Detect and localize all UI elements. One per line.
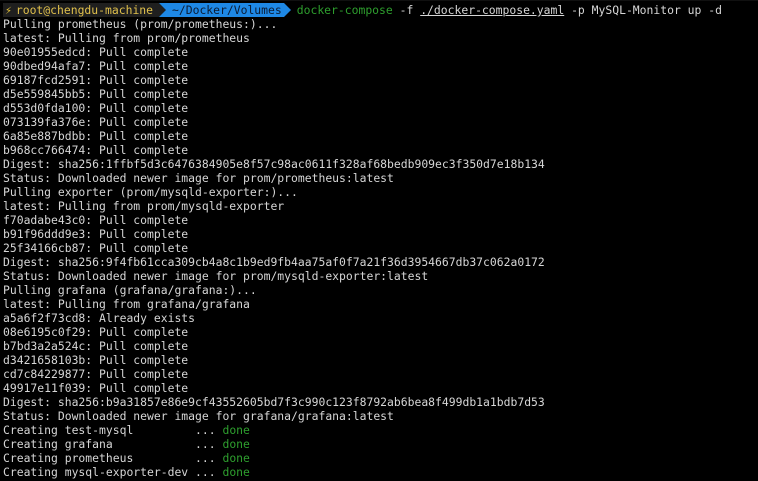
terminal-window[interactable]: ⚡ root@chengdu-machine ~/Docker/Volumes … <box>0 0 758 481</box>
output-line: 08e6195c0f29: Pull complete <box>3 325 189 339</box>
output-line: Status: Downloaded newer image for prom/… <box>3 171 394 185</box>
output-line: d553d0fda100: Pull complete <box>3 101 189 115</box>
output-line: latest: Pulling from grafana/grafana <box>3 297 250 311</box>
output-line: 90e01955edcd: Pull complete <box>3 45 189 59</box>
previous-line-fragment <box>0 0 758 1</box>
output-line: 69187fcd2591: Pull complete <box>3 73 189 87</box>
command-args: -p MySQL-Monitor up -d <box>571 3 722 17</box>
creating-label: Creating grafana <box>3 437 189 451</box>
output-line: d3421658103b: Pull complete <box>3 353 189 367</box>
output-line: 90dbed94afa7: Pull complete <box>3 59 189 73</box>
output-line: 49917e11f039: Pull complete <box>3 381 189 395</box>
output-line: cd7c84229877: Pull complete <box>3 367 189 381</box>
container-creation-output: Creating test-mysql ... done Creating gra… <box>3 423 758 479</box>
output-line: f70adabe43c0: Pull complete <box>3 213 189 227</box>
creating-line: Creating prometheus ... done <box>3 451 758 465</box>
output-line: Pulling grafana (grafana/grafana:)... <box>3 283 257 297</box>
creating-label: Creating prometheus <box>3 451 189 465</box>
output-line: Status: Downloaded newer image for prom/… <box>3 269 429 283</box>
output-line: 073139fa376e: Pull complete <box>3 115 189 129</box>
output-line: Digest: sha256:b9a31857e86e9cf43552605bd… <box>3 395 545 409</box>
output-line: a5a6f2f73cd8: Already exists <box>3 311 196 325</box>
prompt-path-segment: ~/Docker/Volumes <box>166 3 284 17</box>
creating-dots: ... <box>188 451 223 465</box>
creating-label: Creating mysql-exporter-dev <box>3 465 189 479</box>
command-file-path[interactable]: ./docker-compose.yaml <box>420 3 564 17</box>
output-line: b91f96ddd9e3: Pull complete <box>3 227 189 241</box>
output-line: b968cc766474: Pull complete <box>3 143 189 157</box>
output-line: 25f34166cb87: Pull complete <box>3 241 189 255</box>
creating-status: done <box>222 465 250 479</box>
command-flag: -f <box>399 3 414 17</box>
output-line: d5e559845bb5: Pull complete <box>3 87 189 101</box>
command-name: docker-compose <box>296 3 393 17</box>
output-line: Digest: sha256:1ffbf5d3c6476384905e8f57c… <box>3 157 545 171</box>
creating-line: Creating test-mysql ... done <box>3 423 758 437</box>
terminal-output: ⚡ root@chengdu-machine ~/Docker/Volumes … <box>3 3 758 479</box>
output-line: latest: Pulling from prom/mysqld-exporte… <box>3 199 285 213</box>
creating-dots: ... <box>188 465 223 479</box>
creating-status: done <box>222 451 250 465</box>
creating-line: Creating mysql-exporter-dev ... done <box>3 465 758 479</box>
shell-prompt: ⚡ root@chengdu-machine ~/Docker/Volumes … <box>3 3 758 17</box>
powerline-separator-icon <box>159 3 167 17</box>
creating-label: Creating test-mysql <box>3 423 189 437</box>
command-output: Pulling prometheus (prom/prometheus:)...… <box>3 17 758 423</box>
output-line: Status: Downloaded newer image for grafa… <box>3 409 394 423</box>
lightning-icon: ⚡ <box>5 3 12 17</box>
output-line: b7bd3a2a524c: Pull complete <box>3 339 189 353</box>
creating-dots: ... <box>188 437 223 451</box>
output-line: Digest: sha256:9f4fb61cca309cb4a8c1b9ed9… <box>3 255 545 269</box>
output-line: 6a85e887bdbb: Pull complete <box>3 129 189 143</box>
creating-status: done <box>222 437 250 451</box>
creating-status: done <box>222 423 250 437</box>
output-line: Pulling prometheus (prom/prometheus:)... <box>3 17 278 31</box>
prompt-user-segment: ⚡ root@chengdu-machine <box>3 3 160 17</box>
creating-line: Creating grafana ... done <box>3 437 758 451</box>
powerline-separator-icon <box>283 3 291 17</box>
output-line: latest: Pulling from prom/prometheus <box>3 31 250 45</box>
output-line: Pulling exporter (prom/mysqld-exporter:)… <box>3 185 298 199</box>
creating-dots: ... <box>188 423 223 437</box>
prompt-user-host: root@chengdu-machine <box>15 3 154 17</box>
